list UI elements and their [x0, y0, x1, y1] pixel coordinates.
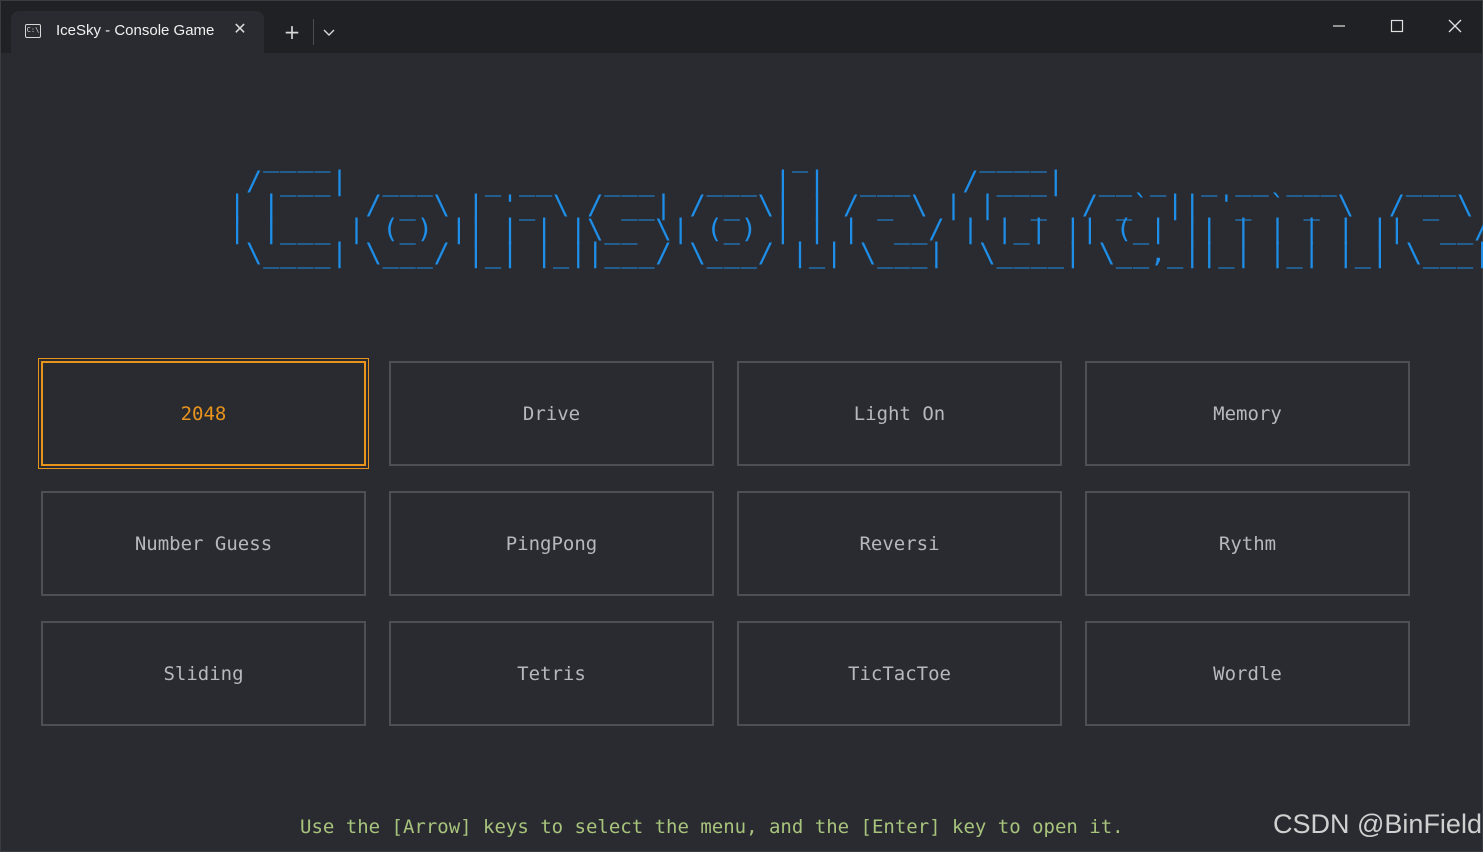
- title-bar: C:\ IceSky - Console Game ✕ +: [1, 1, 1482, 53]
- menu-item-wordle[interactable]: Wordle: [1085, 621, 1410, 726]
- controls-hint: Use the [Arrow] keys to select the menu,…: [300, 816, 1124, 838]
- menu-item-pingpong[interactable]: PingPong: [389, 491, 714, 596]
- menu-item-2048[interactable]: 2048: [38, 358, 369, 469]
- maximize-button[interactable]: [1377, 11, 1417, 41]
- menu-item-sliding[interactable]: Sliding: [41, 621, 366, 726]
- menu-item-tictactoe[interactable]: TicTacToe: [737, 621, 1062, 726]
- menu-item-light-on[interactable]: Light On: [737, 361, 1062, 466]
- tab-title: IceSky - Console Game: [56, 22, 215, 39]
- menu-item-rythm[interactable]: Rythm: [1085, 491, 1410, 596]
- menu-item-reversi[interactable]: Reversi: [737, 491, 1062, 596]
- close-window-button[interactable]: [1435, 11, 1475, 41]
- watermark: CSDN @BinField: [1273, 809, 1482, 839]
- tab-separator: [313, 19, 314, 45]
- terminal-icon: C:\: [25, 24, 41, 38]
- chevron-down-icon[interactable]: [319, 22, 339, 42]
- terminal-window: C:\ IceSky - Console Game ✕ + ____ _ ___…: [0, 0, 1483, 852]
- close-tab-icon[interactable]: ✕: [230, 19, 250, 39]
- menu-item-number-guess[interactable]: Number Guess: [41, 491, 366, 596]
- minimize-button[interactable]: [1319, 11, 1359, 41]
- menu-item-memory[interactable]: Memory: [1085, 361, 1410, 466]
- new-tab-button[interactable]: +: [281, 21, 303, 43]
- menu-item-drive[interactable]: Drive: [389, 361, 714, 466]
- console-game-banner: ____ _ ____ / ___| ___ _ __ ___ ___ | | …: [229, 142, 1483, 269]
- menu-item-tetris[interactable]: Tetris: [389, 621, 714, 726]
- tab-console-game[interactable]: C:\ IceSky - Console Game ✕: [11, 11, 264, 53]
